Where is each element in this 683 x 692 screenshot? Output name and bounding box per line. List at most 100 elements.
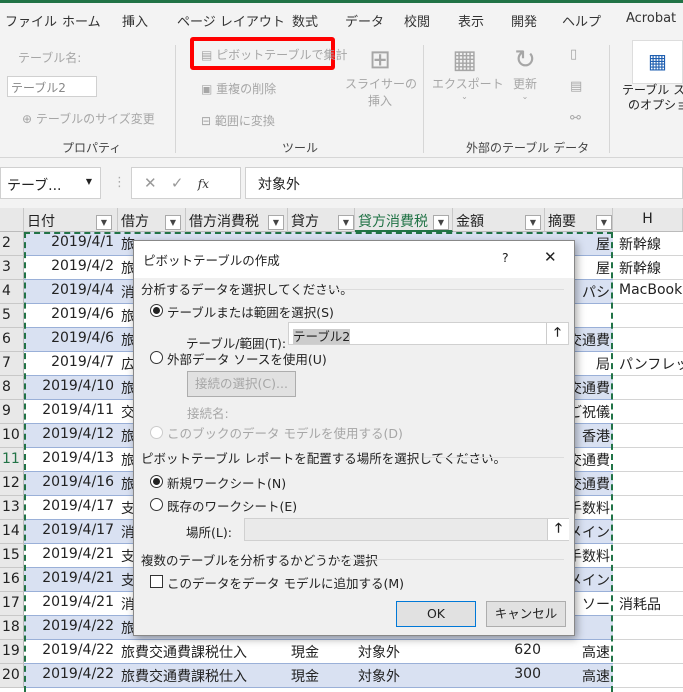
export-button[interactable]: ▦ エクスポート ⌄ — [432, 45, 504, 101]
close-button[interactable]: ✕ — [544, 248, 557, 266]
pivot-table-button[interactable]: ▤ ピボットテーブルで集計 — [201, 46, 347, 63]
table-style-options-icon[interactable]: ▦ — [632, 40, 683, 84]
formula-bar: テーブ... ▼ ⋮ ✕ ✓ fx 対象外 — [0, 158, 683, 208]
ok-button[interactable]: OK — [396, 601, 476, 627]
cell-gridline — [613, 352, 683, 376]
filter-dropdown-icon[interactable]: ▼ — [433, 215, 449, 230]
cell-gridline — [613, 496, 683, 520]
splitter-handle[interactable]: ⋮ — [113, 175, 126, 190]
cell-gridline — [613, 424, 683, 448]
refresh-label: 更新 — [512, 77, 537, 91]
row-header[interactable]: 2 — [0, 232, 24, 256]
row-header[interactable]: 9 — [0, 400, 24, 424]
row-header[interactable]: 7 — [0, 352, 24, 376]
row-header[interactable]: 15 — [0, 544, 24, 568]
radio-table-range[interactable] — [150, 304, 163, 317]
tab-8[interactable]: 開発 — [511, 11, 537, 30]
tab-5[interactable]: データ — [345, 11, 384, 30]
group-properties: プロパティ — [62, 141, 122, 155]
row-header[interactable]: 13 — [0, 496, 24, 520]
remove-duplicates-button[interactable]: ▣ 重複の削除 — [201, 80, 276, 97]
row-header[interactable]: 14 — [0, 520, 24, 544]
radio-new-worksheet[interactable] — [150, 475, 163, 488]
insert-function-icon[interactable]: fx — [198, 177, 209, 191]
row-header[interactable]: 19 — [0, 640, 24, 664]
row-header[interactable]: 10 — [0, 424, 24, 448]
connection-name-label: 接続名: — [187, 406, 229, 421]
location-label: 場所(L): — [186, 525, 232, 540]
row-header[interactable]: 4 — [0, 280, 24, 304]
row-header[interactable]: 12 — [0, 472, 24, 496]
resize-table-button[interactable]: ⊕ テーブルのサイズ変更 — [22, 110, 155, 127]
label-table-range: テーブルまたは範囲を選択(S) — [167, 305, 334, 320]
cancel-button[interactable]: キャンセル — [486, 601, 566, 627]
enter-icon[interactable]: ✓ — [171, 174, 184, 192]
row-header[interactable]: 11 — [0, 448, 24, 472]
tab-1[interactable]: ホーム — [62, 11, 101, 30]
filter-dropdown-icon[interactable]: ▼ — [525, 215, 541, 230]
collapse-location-icon[interactable]: 🡑 — [547, 519, 569, 540]
convert-range-button[interactable]: ⊟ 範囲に変換 — [201, 112, 275, 129]
add-data-model-checkbox[interactable] — [150, 575, 163, 588]
resize-label: テーブルのサイズ変更 — [35, 112, 155, 126]
choose-connection-button[interactable]: 接続の選択(C)... — [187, 371, 296, 397]
formula-buttons: ✕ ✓ fx — [131, 167, 241, 199]
tab-9[interactable]: ヘルプ — [562, 11, 601, 30]
cell-gridline — [613, 304, 683, 328]
label-data-model: このブックのデータ モデルを使用する(D) — [167, 426, 403, 441]
row-header[interactable]: 20 — [0, 664, 24, 688]
cell-gridline — [613, 448, 683, 472]
label-add-data-model: このデータをデータ モデルに追加する(M) — [167, 576, 405, 591]
insert-slicer-button[interactable]: ⊞ スライサーの 挿入 — [345, 45, 417, 109]
name-box[interactable]: テーブ... ▼ — [0, 167, 101, 199]
tab-2[interactable]: 挿入 — [122, 11, 148, 30]
open-browser-icon[interactable]: ▤ — [570, 79, 582, 94]
export-label: エクスポート — [432, 77, 504, 91]
tab-0[interactable]: ファイル — [5, 11, 57, 30]
cell-gridline — [613, 544, 683, 568]
row-header[interactable]: 17 — [0, 592, 24, 616]
filter-dropdown-icon[interactable]: ▼ — [96, 215, 112, 230]
help-button[interactable]: ? — [502, 250, 509, 265]
location-input[interactable] — [244, 518, 569, 541]
row-header[interactable]: 5 — [0, 304, 24, 328]
row-header[interactable]: 18 — [0, 616, 24, 640]
tab-6[interactable]: 校閲 — [404, 11, 430, 30]
table-range-input[interactable]: テーブル2 🡑 — [288, 322, 569, 345]
tab-3[interactable]: ページ レイアウト — [177, 11, 285, 30]
export-icon: ▦ — [452, 45, 477, 75]
filter-dropdown-icon[interactable]: ▼ — [338, 215, 354, 230]
radio-data-model[interactable] — [150, 426, 163, 439]
properties-icon[interactable]: ▯ — [570, 47, 577, 62]
cell-gridline — [613, 568, 683, 592]
select-all-corner[interactable] — [0, 208, 24, 232]
filter-dropdown-icon[interactable]: ▼ — [268, 215, 284, 230]
tab-7[interactable]: 表示 — [458, 11, 484, 30]
radio-existing-worksheet[interactable] — [150, 498, 163, 511]
remove-dup-label: 重複の削除 — [216, 82, 277, 96]
collapse-range-icon[interactable]: 🡑 — [546, 323, 568, 344]
row-header[interactable]: 6 — [0, 328, 24, 352]
row-header[interactable]: 8 — [0, 376, 24, 400]
table-range-value: テーブル2 — [293, 329, 351, 344]
cell-gridline — [613, 520, 683, 544]
name-box-value: テーブ... — [7, 178, 62, 194]
cancel-icon[interactable]: ✕ — [144, 174, 157, 192]
tab-4[interactable]: 数式 — [292, 11, 318, 30]
row-header[interactable]: 3 — [0, 256, 24, 280]
cell-gridline — [613, 328, 683, 352]
cell-gridline — [613, 280, 683, 304]
formula-input[interactable]: 対象外 — [245, 167, 683, 199]
filter-dropdown-icon[interactable]: ▼ — [596, 215, 612, 230]
radio-external-source[interactable] — [150, 351, 163, 364]
table-name-input[interactable]: テーブル2 — [7, 76, 97, 97]
row-header[interactable]: 16 — [0, 568, 24, 592]
tab-10[interactable]: Acrobat — [626, 11, 676, 26]
filter-dropdown-icon[interactable]: ▼ — [165, 215, 181, 230]
refresh-button[interactable]: ↻ 更新 ⌄ — [500, 45, 550, 101]
cell-gridline — [613, 664, 683, 688]
style-options-label2: のオプション — [628, 98, 683, 112]
create-pivot-dialog: ピボットテーブルの作成 ? ✕ 分析するデータを選択してください。 テーブルまた… — [133, 240, 575, 636]
column-header[interactable]: H — [613, 208, 683, 232]
unlink-icon[interactable]: ⚯ — [570, 111, 581, 126]
